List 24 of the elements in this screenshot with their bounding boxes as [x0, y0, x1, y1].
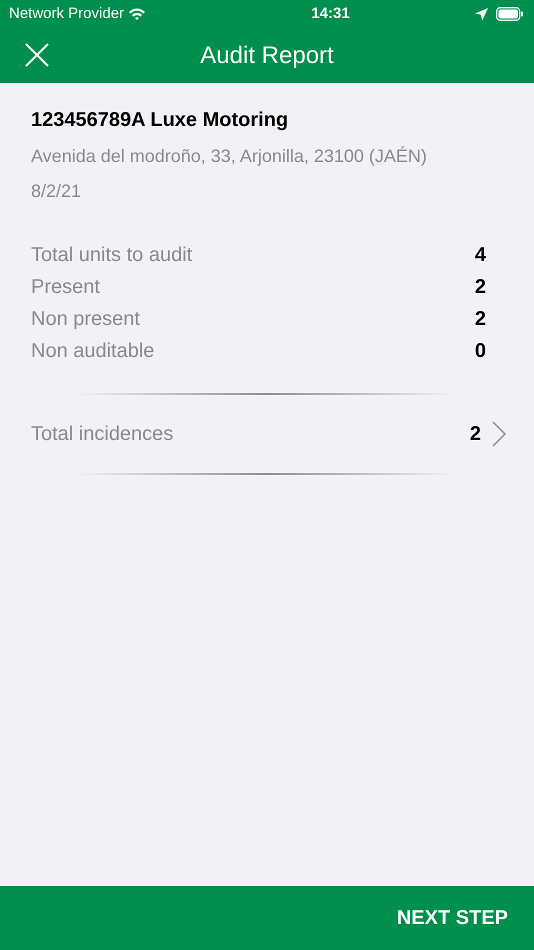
stat-value: 2: [474, 307, 487, 332]
incidences-row[interactable]: Total incidences 2: [31, 395, 503, 473]
report-date: 8/2/21: [31, 180, 82, 203]
incidences-count: 2: [470, 422, 482, 447]
dealer-name: 123456789A Luxe Motoring: [31, 108, 290, 133]
chevron-right-icon: [492, 421, 506, 447]
incidences-label: Total incidences: [31, 422, 174, 447]
location-arrow-icon: [474, 8, 488, 20]
stat-value: 2: [474, 275, 487, 300]
stat-label: Present: [31, 275, 100, 300]
stat-value: 4: [474, 243, 487, 268]
close-button[interactable]: [24, 42, 50, 68]
dealer-address: Avenida del modroño, 33, Arjonilla, 23100 (JAÉN): [31, 145, 428, 168]
carrier-name: Network Provider: [9, 4, 124, 24]
stat-label: Non present: [31, 307, 140, 332]
screen-title: Audit Report: [200, 40, 334, 70]
stat-value: 0: [474, 339, 487, 364]
stat-label: Total units to audit: [31, 243, 192, 268]
next-step-button[interactable]: NEXT STEP: [396, 903, 534, 933]
close-icon: [24, 42, 50, 68]
battery-icon: [496, 7, 524, 21]
wifi-icon: [128, 7, 146, 21]
stat-label: Non auditable: [31, 339, 154, 364]
clock-time: 14:31: [311, 4, 350, 24]
